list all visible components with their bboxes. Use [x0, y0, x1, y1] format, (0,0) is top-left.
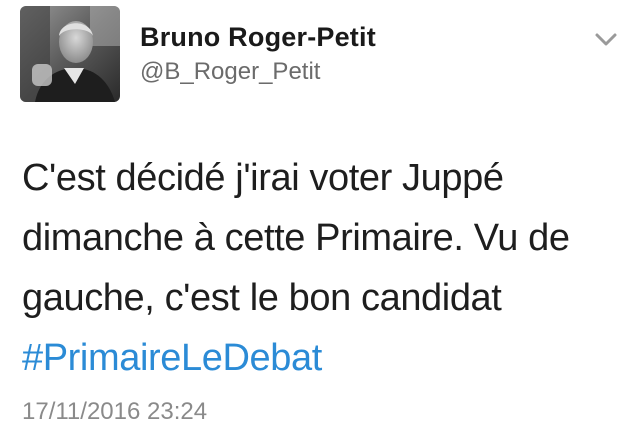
chevron-down-icon[interactable]	[592, 28, 620, 50]
avatar[interactable]	[20, 6, 120, 102]
tweet-timestamp: 17/11/2016 23:24	[22, 398, 208, 425]
author-handle[interactable]: @B_Roger_Petit	[140, 58, 320, 86]
author-name[interactable]: Bruno Roger-Petit	[140, 22, 376, 53]
tweet-card: Bruno Roger-Petit @B_Roger_Petit C'est d…	[0, 0, 640, 425]
tweet-text-line: gauche, c'est le bon candidat	[22, 277, 502, 319]
tweet-text: C'est décidé j'irai voter Juppé dimanche…	[22, 148, 622, 388]
tweet-text-line: C'est décidé j'irai voter Juppé	[22, 157, 504, 199]
hashtag-link[interactable]: #PrimaireLeDebat	[22, 328, 622, 388]
avatar-photo	[20, 6, 120, 102]
tweet-text-line: dimanche à cette Primaire. Vu de	[22, 217, 570, 259]
